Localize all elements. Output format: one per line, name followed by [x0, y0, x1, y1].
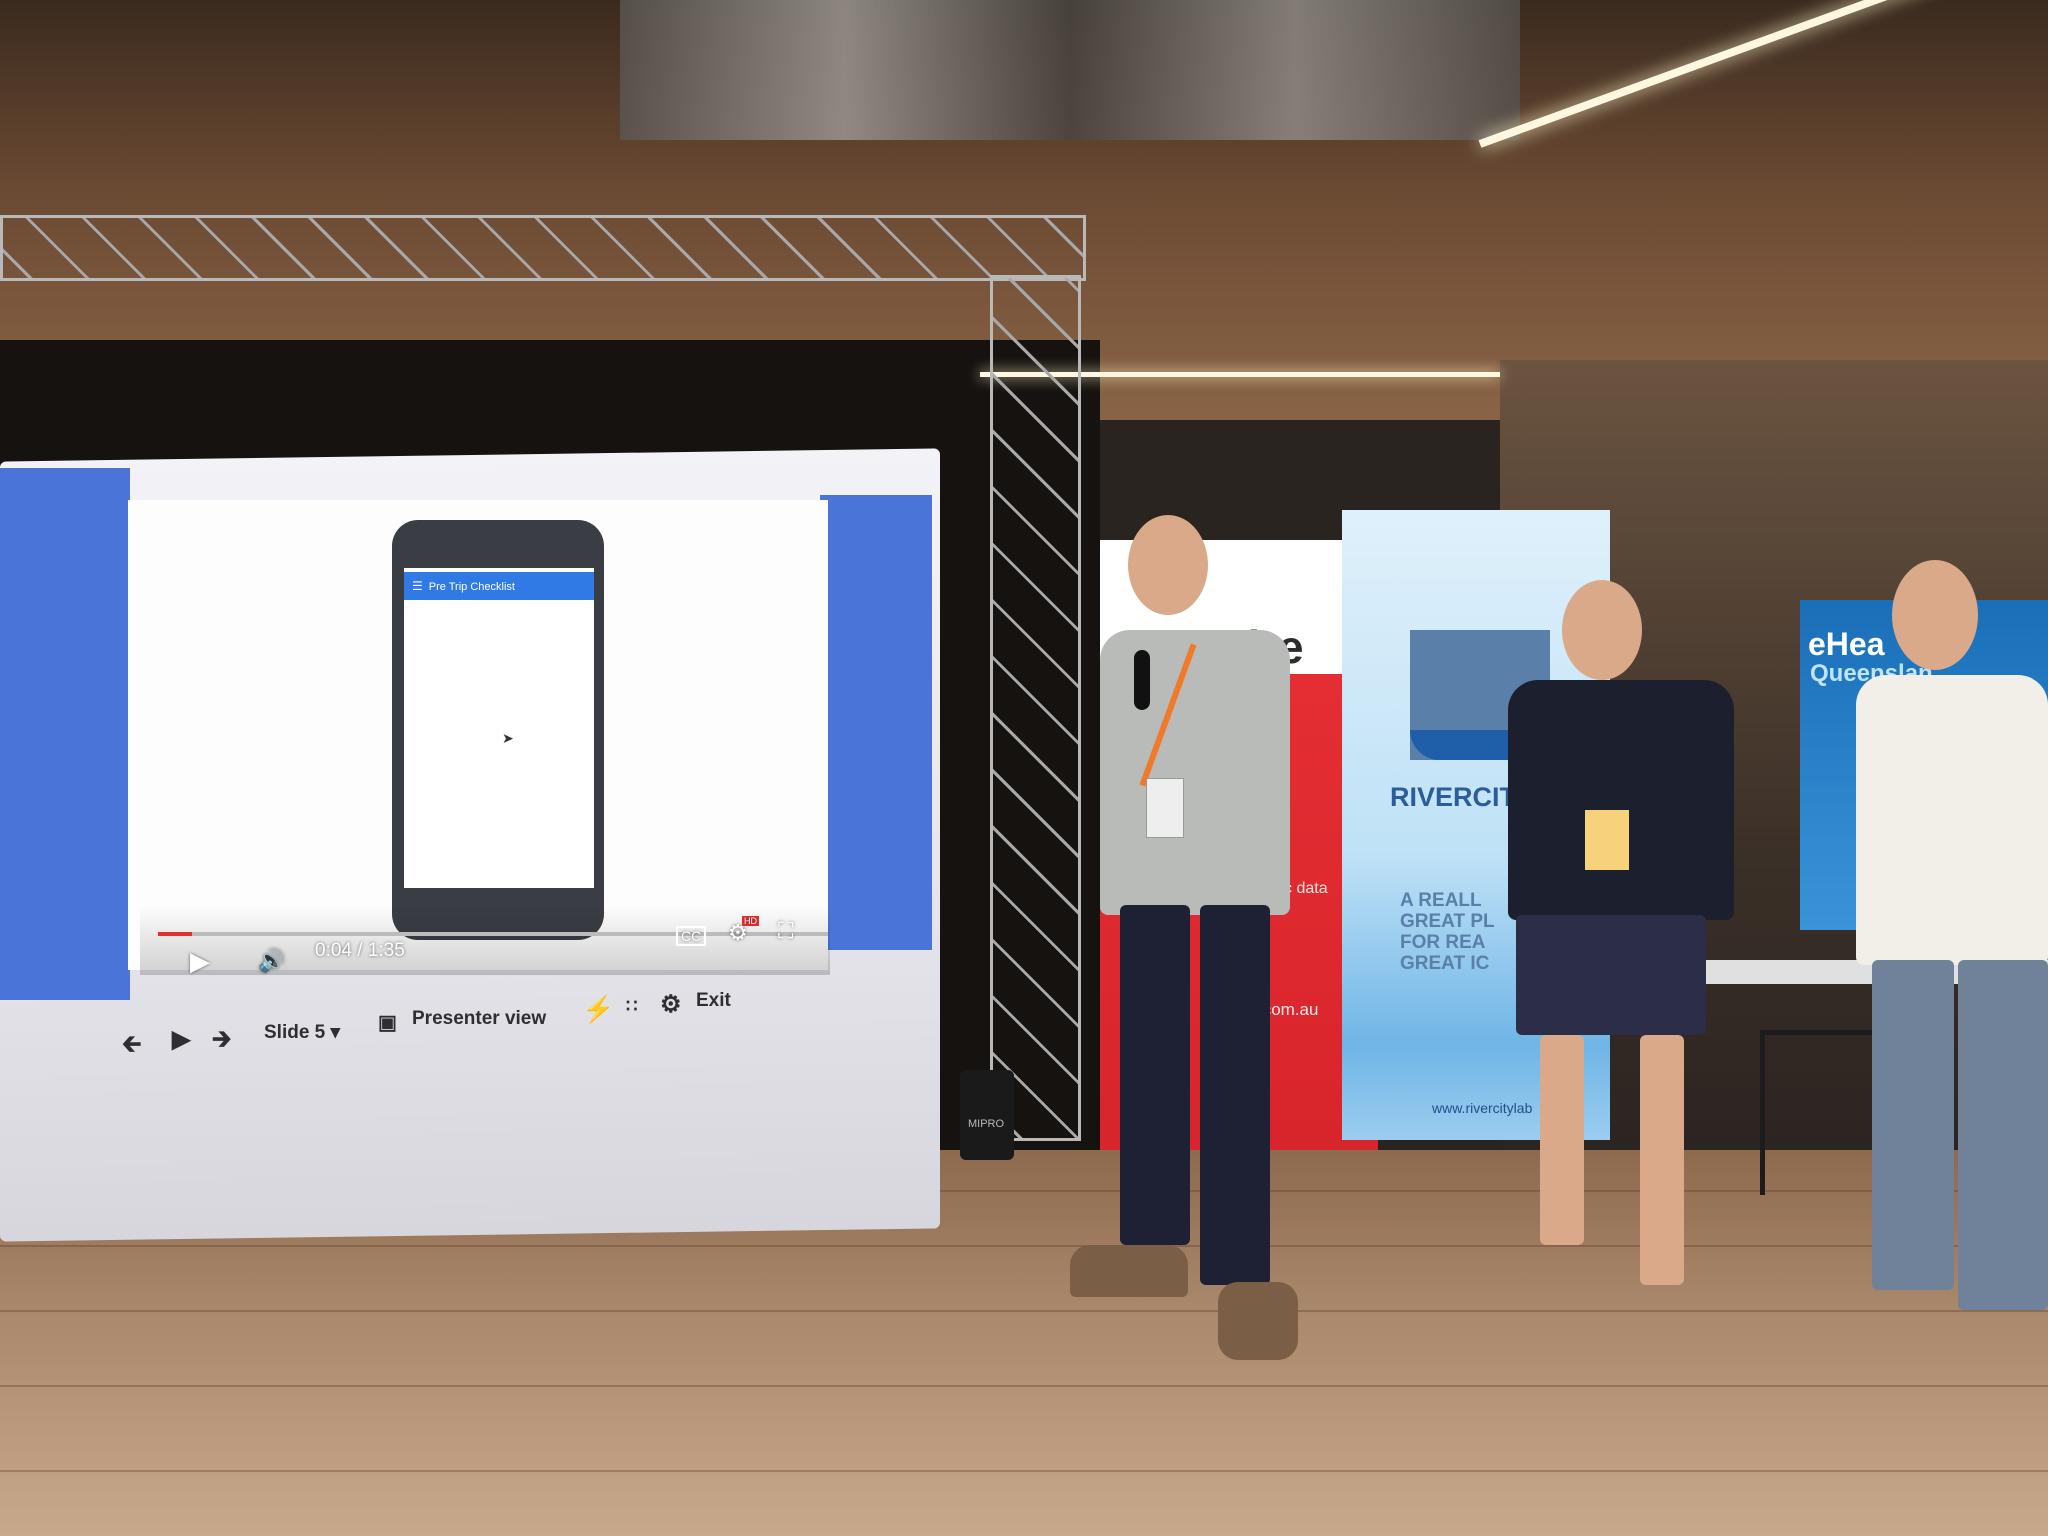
video-controls [140, 905, 830, 975]
presenter-shoe-right [1218, 1282, 1298, 1360]
team-member-3-head [1892, 560, 1978, 670]
drag-handle-icon[interactable]: ∷ [626, 996, 637, 1017]
presenter-view-icon: ▣ [378, 1012, 397, 1034]
volume-icon[interactable]: 🔊 [258, 948, 285, 974]
team-member-3-tshirt [1856, 675, 2048, 965]
microphone [1134, 650, 1150, 710]
speaker-brand: MIPRO [968, 1118, 1005, 1130]
team-member-3-leg-left [1872, 960, 1954, 1290]
next-arrow-icon[interactable]: 🡲 [212, 1022, 231, 1063]
chevron-down-icon: ▾ [330, 1022, 341, 1043]
presenter-head [1128, 515, 1208, 615]
cursor-icon: ➤ [502, 730, 514, 746]
speaker-box [960, 1070, 1014, 1160]
exit-button[interactable]: Exit [696, 990, 731, 1012]
presenter-shoe-left [1070, 1245, 1188, 1297]
play-icon[interactable]: ▶ [190, 946, 210, 977]
stool [1760, 1030, 1880, 1195]
ceiling-art [620, 0, 1520, 140]
captions-icon[interactable]: CC [676, 926, 707, 946]
hamburger-icon[interactable]: ☰ [412, 572, 423, 600]
slide-label: Slide 5 [264, 1022, 326, 1043]
slide-blue-border-left [0, 468, 130, 1000]
app-title: Pre Trip Checklist [428, 581, 515, 593]
team-member-3-leg-right [1958, 960, 2048, 1310]
previous-arrow-icon[interactable]: 🡰 [122, 1027, 141, 1068]
lighting-truss-vertical [990, 275, 1081, 1141]
phone-screen [404, 568, 594, 888]
fullscreen-icon[interactable]: ⛶ [778, 918, 793, 944]
presenter-view-button[interactable]: Presenter view [412, 1008, 546, 1030]
rivercity-url: www.rivercitylab [1432, 1100, 1533, 1116]
laser-pointer-icon[interactable]: ⚡ [582, 994, 614, 1025]
ehealth-line1: eHea [1808, 626, 1885, 662]
team-member-2-sweater [1508, 680, 1734, 920]
team-member-2-leg-right [1640, 1035, 1684, 1285]
presenter-leg-right [1200, 905, 1270, 1285]
video-time: 0:04 / 1:35 [315, 940, 405, 961]
team-member-2-shorts [1516, 915, 1706, 1035]
presenter-name-badge [1146, 778, 1184, 838]
app-bar: ☰ Pre Trip Checklist [404, 572, 594, 600]
slide-number-dropdown[interactable]: Slide 5 ▾ [264, 1021, 340, 1044]
team-member-2-head [1562, 580, 1642, 680]
lighting-truss-horizontal [0, 215, 1086, 281]
slide-blue-border-right [820, 495, 932, 950]
team-member-2-leg-left [1540, 1035, 1584, 1245]
team-member-2-badge [1585, 810, 1629, 870]
presenter-leg-left [1120, 905, 1190, 1245]
play-slides-icon[interactable]: ▶ [172, 1025, 190, 1054]
video-progress-fill [158, 932, 192, 936]
options-gear-icon[interactable]: ⚙ [660, 990, 682, 1019]
presenter-tshirt [1100, 630, 1290, 915]
hd-badge: HD [742, 916, 759, 926]
